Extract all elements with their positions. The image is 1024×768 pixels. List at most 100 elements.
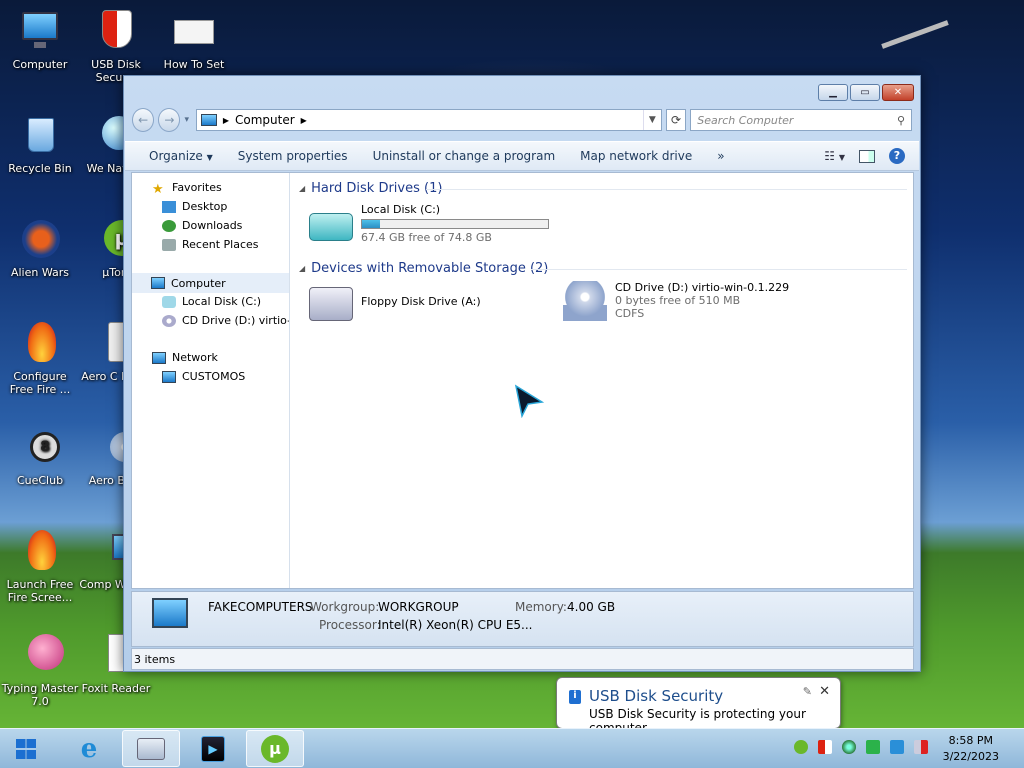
internet-explorer-icon: e xyxy=(80,733,98,764)
folder-icon xyxy=(137,737,165,760)
nav-downloads[interactable]: Downloads xyxy=(162,219,242,232)
pin-icon[interactable]: ✎ xyxy=(803,685,812,698)
command-bar: Organize ▼ System properties Uninstall o… xyxy=(125,141,919,171)
media-player-icon: ▶ xyxy=(201,735,225,762)
cue-ball-icon: 8 xyxy=(16,424,64,472)
drive-c-free: 67.4 GB free of 74.8 GB xyxy=(361,231,492,244)
chevron-down-icon: ▼ xyxy=(206,153,213,162)
map-network-drive-button[interactable]: Map network drive xyxy=(570,149,707,163)
search-input[interactable]: Search Computer ⚲ xyxy=(690,109,913,131)
status-bar: 3 items xyxy=(131,648,914,670)
drive-c-name: Local Disk (C:) xyxy=(361,203,441,216)
group-divider xyxy=(426,189,907,190)
refresh-button[interactable]: ⟳ xyxy=(665,109,687,131)
nav-cd-drive-label: CD Drive (D:) virtio-w xyxy=(182,314,290,327)
recycle-bin-icon xyxy=(16,112,64,160)
drive-item-cd[interactable]: CD Drive (D:) virtio-win-0.1.229 0 bytes… xyxy=(563,281,789,321)
desktop-icon-configure-free-fire[interactable]: Configure Free Fire ... xyxy=(0,320,80,396)
computer-nav-icon xyxy=(151,277,165,289)
desktop-icon-usb-disk-security[interactable]: USB Disk Secur... xyxy=(76,8,156,84)
info-icon: i xyxy=(569,690,581,704)
taskbar-internet-explorer[interactable]: e xyxy=(60,730,118,767)
details-memory-label: Memory: xyxy=(515,600,567,614)
document-icon xyxy=(170,8,218,56)
volume-muted-icon[interactable] xyxy=(914,740,928,754)
system-properties-button[interactable]: System properties xyxy=(228,149,363,163)
taskbar-file-explorer[interactable] xyxy=(122,730,180,767)
navigation-pane[interactable]: ★ Favorites Desktop Downloads Recent Pla… xyxy=(132,173,290,588)
change-view-icon[interactable]: ☷ ▼ xyxy=(824,149,845,163)
nav-desktop[interactable]: Desktop xyxy=(162,200,227,213)
utorrent-tray-icon[interactable] xyxy=(794,740,808,754)
desktop-icon-how-to-set[interactable]: How To Set xyxy=(154,8,234,71)
group-header-hdd[interactable]: ◢ Hard Disk Drives (1) xyxy=(299,181,442,196)
typing-master-icon xyxy=(16,632,64,680)
hard-drive-icon xyxy=(309,213,353,241)
desktop-icon-recycle-bin[interactable]: Recycle Bin xyxy=(0,112,80,175)
network-tray-icon[interactable] xyxy=(890,740,904,754)
nav-favorites[interactable]: ★ Favorites xyxy=(152,181,222,197)
network-globe-tray-icon[interactable] xyxy=(842,740,856,754)
cd-free: 0 bytes free of 510 MB xyxy=(615,294,741,307)
address-bar[interactable]: ▶ Computer ▶ ▼ xyxy=(195,109,662,131)
back-button[interactable]: ← xyxy=(132,108,155,132)
nav-computer-label: Computer xyxy=(171,276,226,290)
nav-computer[interactable]: Computer xyxy=(132,273,289,293)
uninstall-program-button[interactable]: Uninstall or change a program xyxy=(363,149,571,163)
notification-title: USB Disk Security xyxy=(589,687,724,705)
computer-large-icon xyxy=(152,598,188,628)
drive-c-capacity-fill xyxy=(362,220,381,228)
desktop-icon-computer[interactable]: Computer xyxy=(0,8,80,71)
explorer-window[interactable]: ▁ ▭ ✕ ← → ▾ ▶ Computer ▶ ▼ ⟳ Search Comp… xyxy=(123,75,921,672)
taskbar-media-player[interactable]: ▶ xyxy=(184,730,242,767)
taskbar-utorrent[interactable]: µ xyxy=(246,730,304,767)
cd-filesystem: CDFS xyxy=(615,307,645,320)
drive-item-local-disk[interactable]: Local Disk (C:) 67.4 GB free of 74.8 GB xyxy=(309,203,549,244)
messages-tray-icon[interactable] xyxy=(866,740,880,754)
system-clock[interactable]: 8:58 PM 3/22/2023 xyxy=(943,733,999,765)
search-icon[interactable]: ⚲ xyxy=(897,114,905,127)
details-workgroup-label: Workgroup: xyxy=(310,600,380,614)
desktop-icon-cueclub[interactable]: 8 CueClub xyxy=(0,424,80,487)
drive-item-floppy[interactable]: Floppy Disk Drive (A:) xyxy=(309,287,481,321)
file-list[interactable]: ◢ Hard Disk Drives (1) Local Disk (C:) 6… xyxy=(291,173,913,588)
maximize-button[interactable]: ▭ xyxy=(850,84,880,101)
history-dropdown-icon[interactable]: ▾ xyxy=(184,115,191,125)
mouse-cursor xyxy=(514,384,545,418)
group-header-removable[interactable]: ◢ Devices with Removable Storage (2) xyxy=(299,261,548,276)
more-commands-button[interactable]: » xyxy=(707,149,739,163)
start-button[interactable] xyxy=(0,730,52,767)
flame-icon xyxy=(16,320,64,368)
address-dropdown-icon[interactable]: ▼ xyxy=(642,110,661,130)
details-processor-label: Processor: xyxy=(319,618,381,632)
details-computer-name: FAKECOMPUTERS xyxy=(208,600,313,614)
desktop-icon-alien-wars[interactable]: Alien Wars xyxy=(0,216,80,279)
help-icon[interactable]: ? xyxy=(889,148,905,164)
nav-customos[interactable]: CUSTOMOS xyxy=(162,370,245,383)
breadcrumb-computer[interactable]: Computer xyxy=(235,113,295,127)
collapse-icon[interactable]: ◢ xyxy=(299,264,305,273)
nav-recent-places[interactable]: Recent Places xyxy=(162,238,259,251)
close-button[interactable]: ✕ xyxy=(882,84,914,101)
nav-cd-drive[interactable]: CD Drive (D:) virtio-w xyxy=(162,314,290,327)
notification-balloon[interactable]: i USB Disk Security ✎ ✕ USB Disk Securit… xyxy=(556,677,841,738)
notification-close-button[interactable]: ✕ xyxy=(819,684,830,699)
usb-security-tray-icon[interactable] xyxy=(818,740,832,754)
desktop-icon-typing-master[interactable]: Typing Master 7.0 xyxy=(0,632,80,708)
content-area: ★ Favorites Desktop Downloads Recent Pla… xyxy=(131,172,914,589)
forward-button[interactable]: → xyxy=(158,108,181,132)
minimize-button[interactable]: ▁ xyxy=(818,84,848,101)
preview-pane-icon[interactable] xyxy=(859,149,875,163)
breadcrumb-separator-icon[interactable]: ▶ xyxy=(223,116,229,125)
nav-local-disk[interactable]: Local Disk (C:) xyxy=(162,295,261,308)
breadcrumb-separator-icon[interactable]: ▶ xyxy=(301,116,307,125)
nav-local-disk-label: Local Disk (C:) xyxy=(182,295,262,308)
flame-icon xyxy=(16,528,64,576)
desktop-icon-launch-free-fire[interactable]: Launch Free Fire Scree... xyxy=(0,528,80,604)
floppy-drive-icon xyxy=(309,287,353,321)
organize-button[interactable]: Organize ▼ xyxy=(139,149,228,163)
clock-date: 3/22/2023 xyxy=(942,750,999,763)
nav-downloads-label: Downloads xyxy=(182,219,243,232)
collapse-icon[interactable]: ◢ xyxy=(299,184,305,193)
nav-network[interactable]: Network xyxy=(152,351,218,364)
